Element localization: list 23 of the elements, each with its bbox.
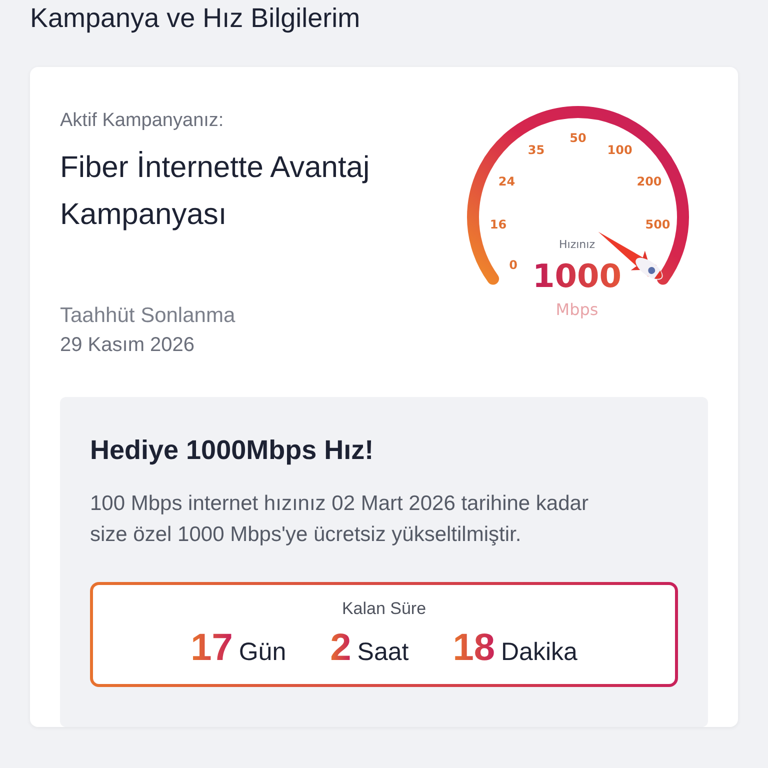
gauge-tick-label: 24 [498,174,516,189]
gauge-tick-label: 100 [607,142,632,157]
countdown-unit: Saat [357,638,409,667]
commitment-label: Taahhüt Sonlanma [60,304,236,328]
gauge-tick-label: 0 [509,258,518,272]
countdown-label: Kalan Süre [340,599,428,619]
gauge-tick-label: 16 [490,217,507,232]
countdown-unit: Dakika [500,638,578,667]
commitment-date: 29 Kasım 2026 [60,334,196,357]
gauge-tick-label: 500 [645,217,670,232]
gift-title: Hediye 1000Mbps Hız! [90,435,375,466]
rocket-icon [630,250,663,280]
gauge-tick-label: 50 [570,131,586,145]
countdown-unit: Gün [238,638,286,667]
gauge-tick-label: 200 [636,174,662,189]
page-title: Kampanya ve Hız Bilgilerim [30,2,362,35]
speed-value: 1000 [532,257,622,295]
speed-unit: Mbps [556,300,598,319]
campaign-label: Aktif Kampanyanız: [60,110,225,132]
gift-description: 100 Mbps internet hızınız 02 Mart 2026 tarihine kadar size özel 1000 Mbps'ye ücretsiz yükseltilmiştir. [90,491,590,548]
speed-caption: Hızınız [559,238,595,251]
campaign-name: Fiber İnternette Avantaj Kampanyası [60,150,371,233]
gauge-tick-label: 35 [528,142,545,157]
